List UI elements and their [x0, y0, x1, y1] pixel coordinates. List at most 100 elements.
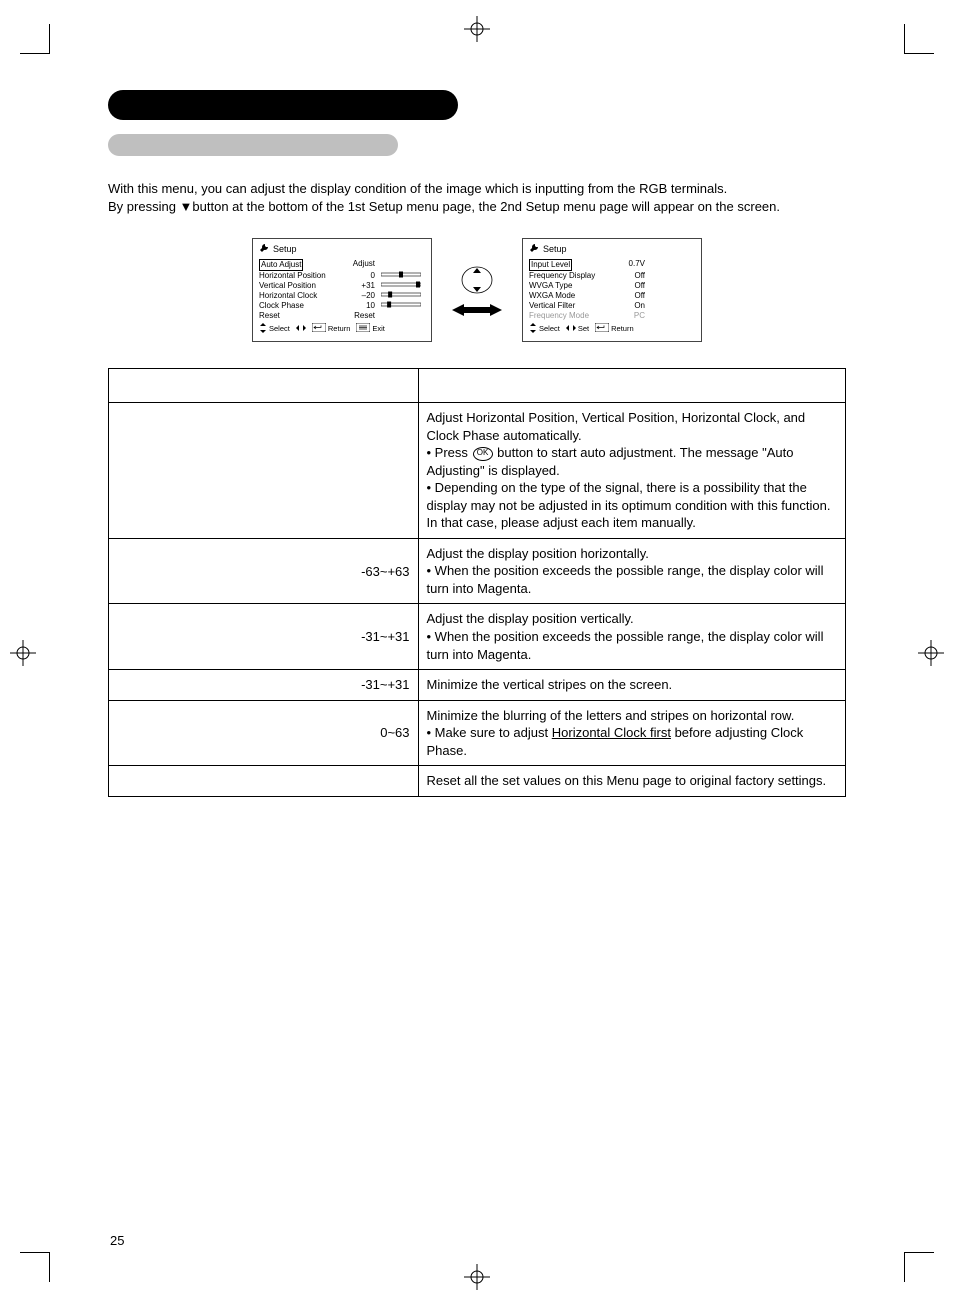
table-row: Adjust Horizontal Position, Vertical Pos…: [109, 403, 846, 539]
osd-row-value: On: [621, 301, 645, 311]
section-heading-black: [108, 90, 458, 120]
table-cell-desc: Adjust Horizontal Position, Vertical Pos…: [418, 403, 845, 539]
crop-mark-bl: [20, 1252, 50, 1282]
return-key-icon: [595, 323, 609, 334]
osd-row-slider: [651, 291, 695, 301]
table-row: 0~63Minimize the blurring of the letters…: [109, 700, 846, 766]
wrench-icon: [259, 243, 269, 256]
leftright-icon: [296, 324, 306, 334]
return-key-icon: [312, 323, 326, 334]
registration-mark-right: [916, 638, 946, 668]
updown-icon: [259, 323, 267, 335]
osd-row-label: Clock Phase: [259, 301, 345, 311]
osd1-title: Setup: [273, 244, 297, 255]
osd-row-slider: [651, 259, 695, 271]
settings-table: Adjust Horizontal Position, Vertical Pos…: [108, 368, 846, 797]
osd-row-label: Horizontal Clock: [259, 291, 345, 301]
osd-row-label: WXGA Mode: [529, 291, 615, 301]
table-cell-range: -63~+63: [171, 538, 418, 604]
table-cell-name: [109, 403, 172, 539]
table-cell-desc: Adjust the display position horizontally…: [418, 538, 845, 604]
osd2-title-row: Setup: [529, 243, 695, 256]
table-row: -31~+31Adjust the display position verti…: [109, 604, 846, 670]
osd1-title-row: Setup: [259, 243, 425, 256]
osd-row-label: Vertical Position: [259, 281, 345, 291]
osd-row: Frequency Display Off: [529, 271, 695, 281]
osd-row-slider: [651, 301, 695, 311]
osd-row: Reset Reset: [259, 311, 425, 321]
osd-row-slider: [381, 281, 425, 291]
crop-mark-tr: [904, 24, 934, 54]
nav-ellipse-icon: [457, 263, 497, 297]
osd-row-value: 10: [351, 301, 375, 311]
osd-row: Vertical Position +31: [259, 281, 425, 291]
osd-row: Clock Phase 10: [259, 301, 425, 311]
osd-row: Horizontal Clock –20: [259, 291, 425, 301]
table-cell-range: 0~63: [171, 700, 418, 766]
table-row: Reset all the set values on this Menu pa…: [109, 766, 846, 797]
table-cell-name: [109, 670, 172, 701]
ok-button-icon: OK: [473, 447, 493, 461]
osd-row-slider: [381, 311, 425, 321]
intro-line2: By pressing ▼button at the bottom of the…: [108, 198, 846, 216]
osd-setup-page2: Setup Input Level 0.7V Frequency Display Of…: [522, 238, 702, 342]
osd-row-slider: [381, 271, 425, 281]
osd-row-value: Off: [621, 271, 645, 281]
osd-row: WVGA Type Off: [529, 281, 695, 291]
leftright-icon: [566, 324, 576, 334]
table-cell-range: [171, 766, 418, 797]
page-number: 25: [110, 1233, 124, 1248]
osd2-footer: Select Set Return: [529, 323, 695, 335]
osd-row-label: Frequency Mode: [529, 311, 615, 321]
osd-row-label: Frequency Display: [529, 271, 615, 281]
wrench-icon: [529, 243, 539, 256]
osd-row: Input Level 0.7V: [529, 259, 695, 271]
osd-row-value: 0: [351, 271, 375, 281]
updown-icon: [529, 323, 537, 335]
osd-row: WXGA Mode Off: [529, 291, 695, 301]
osd-row-value: Reset: [351, 311, 375, 321]
table-header-left: [109, 369, 419, 403]
osd2-title: Setup: [543, 244, 567, 255]
osd-row-label: WVGA Type: [529, 281, 615, 291]
osd-row-value: Adjust: [351, 259, 375, 271]
registration-mark-top: [462, 14, 492, 44]
osd-row-value: PC: [621, 311, 645, 321]
osd-row-value: Off: [621, 291, 645, 301]
intro-line1: With this menu, you can adjust the displ…: [108, 180, 846, 198]
table-cell-desc: Minimize the blurring of the letters and…: [418, 700, 845, 766]
osd-row: Frequency Mode PC: [529, 311, 695, 321]
registration-mark-left: [8, 638, 38, 668]
page-content: With this menu, you can adjust the displ…: [108, 90, 846, 797]
intro-text: With this menu, you can adjust the displ…: [108, 180, 846, 216]
osd-row-value: Off: [621, 281, 645, 291]
table-cell-name: [109, 766, 172, 797]
table-cell-range: [171, 403, 418, 539]
osd-preview-row: Setup Auto AdjustAdjustHorizontal Positi…: [108, 238, 846, 342]
table-cell-desc: Adjust the display position vertically.•…: [418, 604, 845, 670]
table-row: -63~+63Adjust the display position horiz…: [109, 538, 846, 604]
osd-row-value: –20: [351, 291, 375, 301]
down-arrow-icon: ▼: [180, 199, 193, 214]
table-cell-name: [109, 604, 172, 670]
osd-row-slider: [381, 259, 425, 271]
table-header-right: [418, 369, 845, 403]
table-cell-range: -31~+31: [171, 670, 418, 701]
menu-key-icon: [356, 323, 370, 334]
osd-row-label: Vertical Filter: [529, 301, 615, 311]
nav-leftright-icon: [452, 303, 502, 317]
osd-row: Vertical Filter On: [529, 301, 695, 311]
osd-row-label: Input Level: [529, 259, 615, 271]
table-cell-name: [109, 700, 172, 766]
osd-row-slider: [381, 291, 425, 301]
osd-row-label: Auto Adjust: [259, 259, 345, 271]
osd-row-label: Horizontal Position: [259, 271, 345, 281]
osd-row: Horizontal Position 0: [259, 271, 425, 281]
table-cell-range: -31~+31: [171, 604, 418, 670]
osd-setup-page1: Setup Auto AdjustAdjustHorizontal Positi…: [252, 238, 432, 342]
osd-row-value: +31: [351, 281, 375, 291]
osd-row-label: Reset: [259, 311, 345, 321]
osd-row-value: 0.7V: [621, 259, 645, 271]
table-cell-name: [109, 538, 172, 604]
osd-row-slider: [381, 301, 425, 311]
